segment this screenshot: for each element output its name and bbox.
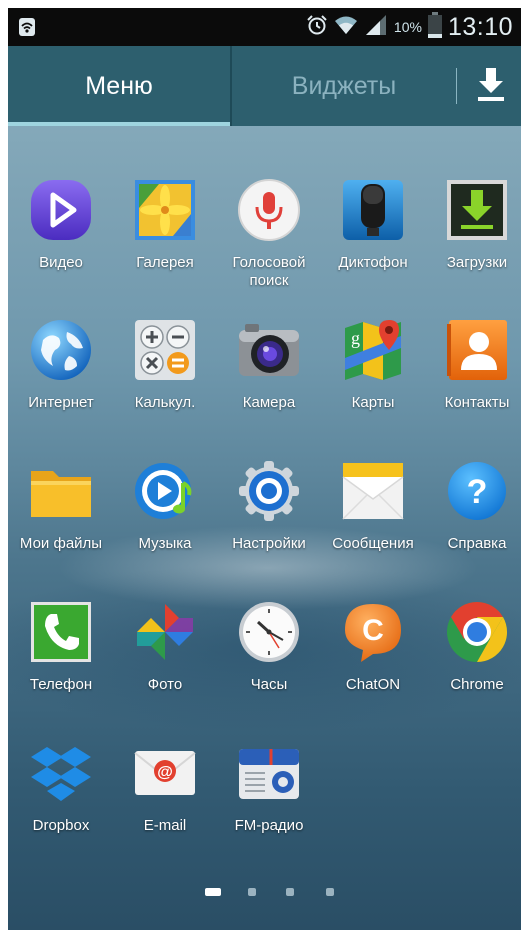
video-icon — [29, 178, 93, 242]
app-label: Настройки — [232, 535, 306, 552]
tab-menu[interactable]: Меню — [8, 46, 230, 126]
battery-percent: 10% — [393, 19, 422, 35]
svg-text:@: @ — [157, 764, 173, 781]
app-label: Карты — [351, 394, 395, 411]
fm-radio-icon — [237, 741, 301, 805]
app-label: Телефон — [29, 676, 93, 693]
app-label: Справка — [447, 535, 507, 552]
wifi-settings-icon — [18, 17, 36, 37]
music-icon — [133, 459, 197, 523]
app-label: Сообщения — [332, 535, 414, 552]
app-label: Музыка — [138, 535, 192, 552]
app-label: Dropbox — [32, 817, 90, 834]
clock-time: 13:10 — [447, 12, 513, 41]
app-label: ChatON — [345, 676, 401, 693]
photos-icon — [133, 600, 197, 664]
app-label: Интернет — [28, 394, 94, 411]
tab-widgets[interactable]: Виджеты — [232, 46, 456, 126]
settings-icon — [237, 459, 301, 523]
battery-icon — [427, 11, 442, 43]
phone-icon — [29, 600, 93, 664]
tab-bar: Меню Виджеты — [8, 46, 521, 126]
maps-icon: g — [341, 318, 405, 382]
downloads-icon — [445, 178, 509, 242]
contacts-icon — [445, 318, 509, 382]
app-label: Часы — [250, 676, 288, 693]
recorder-icon — [341, 178, 405, 242]
app-label: FM-радио — [234, 817, 304, 834]
internet-icon — [29, 318, 93, 382]
camera-icon — [237, 318, 301, 382]
download-button[interactable] — [460, 46, 521, 126]
svg-text:C: C — [362, 614, 384, 647]
app-label: Контакты — [444, 394, 510, 411]
download-icon — [476, 66, 506, 107]
messages-icon — [341, 459, 405, 523]
help-icon: ? — [445, 459, 509, 523]
voice-search-icon — [237, 178, 301, 242]
wifi-icon — [334, 14, 358, 41]
app-label: Галерея — [136, 254, 194, 271]
page-dot-2[interactable] — [248, 888, 256, 896]
chrome-icon — [445, 600, 509, 664]
page-dot-4[interactable] — [326, 888, 334, 896]
app-label: E-mail — [143, 817, 187, 834]
app-label: Калькул. — [134, 394, 196, 411]
app-label: Диктофон — [338, 254, 408, 271]
phone-screen: 10% 13:10 Меню Виджеты Видео Галерея Гол… — [8, 8, 521, 930]
app-label: Голосовой поиск — [232, 254, 306, 289]
svg-text:?: ? — [467, 473, 488, 511]
gallery-icon — [133, 178, 197, 242]
app-label: Chrome — [450, 676, 504, 693]
app-label: Камера — [242, 394, 296, 411]
page-indicator — [8, 882, 521, 902]
calculator-icon — [133, 318, 197, 382]
app-label: Видео — [39, 254, 83, 271]
svg-text:g: g — [351, 328, 360, 348]
app-label: Мои файлы — [19, 535, 103, 552]
my-files-icon — [29, 459, 93, 523]
app-label: Загрузки — [446, 254, 508, 271]
status-bar: 10% 13:10 — [8, 8, 521, 46]
alarm-icon — [306, 14, 328, 41]
app-label: Фото — [147, 676, 183, 693]
email-icon: @ — [133, 741, 197, 805]
page-dot-3[interactable] — [286, 888, 294, 896]
clock-icon — [237, 600, 301, 664]
tab-divider-2 — [456, 68, 457, 104]
signal-icon — [364, 14, 388, 41]
dropbox-icon — [29, 741, 93, 805]
page-dot-1[interactable] — [205, 888, 221, 896]
chaton-icon: C — [341, 600, 405, 664]
